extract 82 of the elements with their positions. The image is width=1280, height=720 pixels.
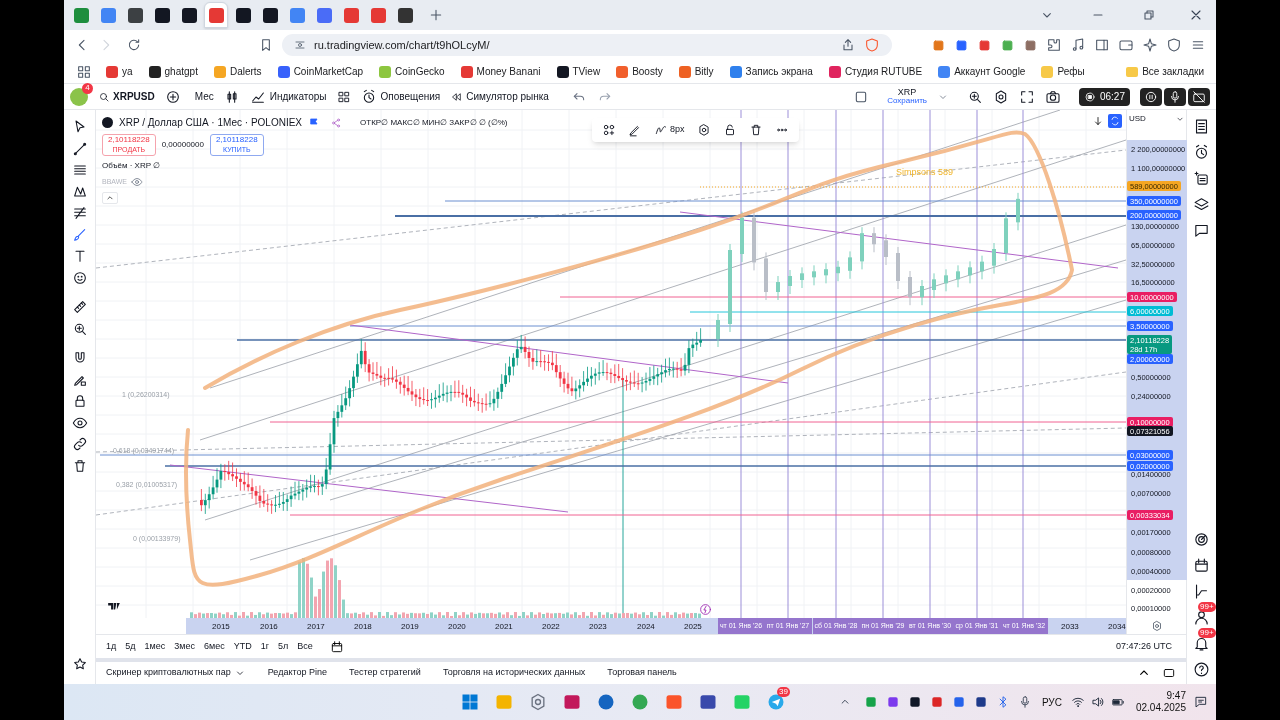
ohlc-values: ОТКР∅ МАКС∅ МИН∅ ЗАКР∅ ∅ (∅%) bbox=[360, 116, 508, 129]
line-width-button[interactable]: 8px bbox=[654, 123, 685, 137]
text-label: Simpsons 589 bbox=[896, 166, 954, 179]
bookmark-item[interactable]: Студия RUTUBE bbox=[826, 64, 925, 79]
range-button[interactable]: YTD bbox=[233, 639, 252, 654]
bookmark-label: Студия RUTUBE bbox=[844, 65, 923, 79]
bookmark-label: Все закладки bbox=[1142, 65, 1204, 79]
symbol-search[interactable]: XRPUSD bbox=[98, 89, 155, 104]
symbol-label: XRPUSD bbox=[113, 90, 155, 104]
time-label: 2017 bbox=[307, 621, 325, 633]
range-button[interactable]: 5л bbox=[277, 639, 289, 654]
bookmark-item[interactable]: Аккаунт Google bbox=[936, 64, 1028, 79]
panel-tab[interactable]: Редактор Pine bbox=[267, 666, 328, 680]
range-button[interactable]: 6мес bbox=[203, 639, 225, 654]
time-label: 2024 bbox=[637, 621, 655, 633]
range-button[interactable]: 3мес bbox=[174, 639, 195, 654]
clock-date: 02.04.2025 bbox=[1135, 702, 1186, 714]
bookmark-item[interactable]: ghatgpt bbox=[146, 64, 200, 79]
range-button[interactable]: 1д bbox=[106, 639, 117, 654]
time-label: 2022 bbox=[542, 621, 560, 633]
chart-title: XRP / Доллар США · 1Мес · POLONIEX bbox=[119, 116, 303, 130]
volume-legend: Объём · XRP ∅ bbox=[102, 160, 508, 172]
notification-badge: 4 bbox=[82, 82, 93, 94]
utc-clock: 07:47:26 UTC bbox=[1115, 639, 1172, 653]
bookmark-label: Dalerts bbox=[229, 65, 262, 79]
bookmark-label: CoinMarketCap bbox=[293, 65, 364, 79]
layout-status: Сохранить bbox=[887, 97, 927, 105]
time-label: 2020 bbox=[448, 621, 466, 633]
layout-button[interactable]: XRP Сохранить bbox=[887, 88, 927, 105]
range-button[interactable]: 5д bbox=[125, 639, 136, 654]
time-label: 2016 bbox=[260, 621, 278, 633]
bookmark-label: Аккаунт Google bbox=[954, 65, 1026, 79]
timer-text: 06:27 bbox=[1099, 90, 1125, 104]
bookmark-item[interactable]: Money Banani bbox=[458, 64, 543, 79]
bookmark-item[interactable]: Boosty bbox=[614, 64, 665, 79]
time-label: 2021 bbox=[495, 621, 513, 633]
bookmark-label: Bitly bbox=[694, 65, 714, 79]
layout-name: XRP bbox=[897, 88, 917, 97]
spread-value: 0,00000000 bbox=[161, 139, 204, 151]
bookmark-label: TView bbox=[572, 65, 601, 79]
bookmark-label: Рефы bbox=[1057, 65, 1085, 79]
range-button[interactable]: Все bbox=[297, 639, 313, 654]
time-label: 2019 bbox=[401, 621, 419, 633]
time-label: 2018 bbox=[354, 621, 372, 633]
panel-tab[interactable]: Торговля на исторических данных bbox=[442, 666, 586, 680]
alerts-button[interactable]: Оповещения bbox=[360, 88, 441, 105]
bookmark-item[interactable]: Bitly bbox=[676, 64, 716, 79]
bookmark-label: Money Banani bbox=[476, 65, 541, 79]
replay-button[interactable]: Симулятор рынка bbox=[450, 89, 549, 104]
bookmark-item[interactable]: Запись экрана bbox=[727, 64, 815, 79]
bookmark-item[interactable]: ya bbox=[104, 64, 135, 79]
panel-tab[interactable]: Торговая панель bbox=[607, 666, 677, 680]
notification-badge: 99+ bbox=[1198, 628, 1216, 638]
interval-button[interactable]: Мес bbox=[194, 89, 214, 104]
time-label: 2015 bbox=[212, 621, 230, 633]
panel-tab[interactable]: Скринер криптовалютных пар bbox=[106, 666, 246, 680]
bookmark-item[interactable]: CoinGecko bbox=[377, 64, 447, 79]
recording-timer[interactable]: 06:27 bbox=[1078, 87, 1130, 106]
address-bar[interactable]: ru.tradingview.com/chart/t9hOLcyM/ bbox=[282, 34, 892, 56]
panel-tab[interactable]: Тестер стратегий bbox=[349, 666, 421, 680]
indicators-button[interactable]: Индикаторы bbox=[249, 88, 327, 105]
time-label: 2034 bbox=[1108, 621, 1126, 633]
range-button[interactable]: 1г bbox=[260, 639, 269, 654]
language-indicator[interactable]: РУС bbox=[1041, 694, 1062, 710]
bookmark-label: Boosty bbox=[632, 65, 663, 79]
bookmark-label: Запись экрана bbox=[745, 65, 813, 79]
bookmark-item[interactable]: TView bbox=[554, 64, 603, 79]
url-text: ru.tradingview.com/chart/t9hOLcyM/ bbox=[314, 37, 490, 53]
time-label: 2023 bbox=[589, 621, 607, 633]
bookmark-item[interactable]: Рефы bbox=[1039, 64, 1087, 79]
bookmark-label: CoinGecko bbox=[395, 65, 445, 79]
bookmark-label: ya bbox=[122, 65, 133, 79]
clock-time: 9:47 bbox=[1166, 690, 1186, 702]
bookmark-item[interactable]: Dalerts bbox=[211, 64, 264, 79]
notification-badge: 39 bbox=[777, 687, 790, 697]
all-bookmarks[interactable]: Все закладки bbox=[1126, 64, 1204, 79]
notification-badge: 99+ bbox=[1198, 602, 1216, 612]
bookmark-label: ghatgpt bbox=[164, 65, 198, 79]
bookmark-item[interactable]: CoinMarketCap bbox=[275, 64, 366, 79]
time-label: 2033 bbox=[1061, 621, 1079, 633]
time-label: 2025 bbox=[684, 621, 702, 633]
range-button[interactable]: 1мес bbox=[144, 639, 166, 654]
